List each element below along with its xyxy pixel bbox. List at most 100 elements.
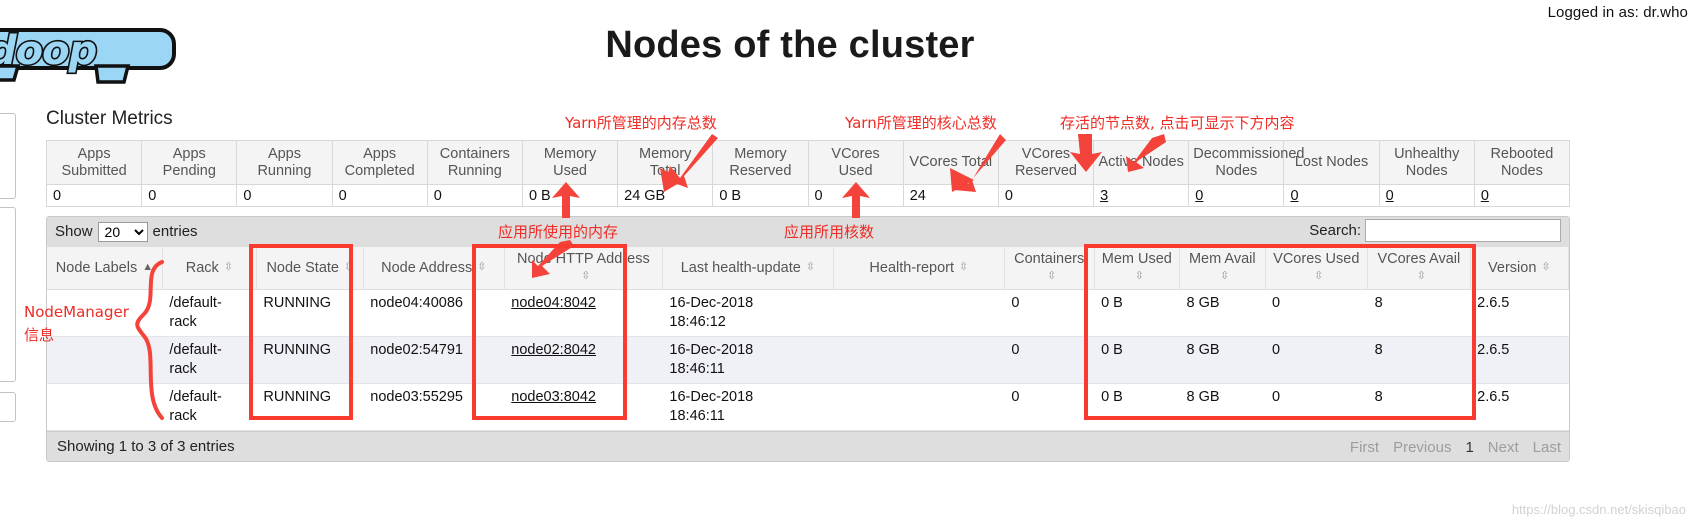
cell-rack: /default- rack [162, 336, 257, 384]
cell-mem-avail: 8 GB [1179, 383, 1265, 431]
paging-next[interactable]: Next [1488, 439, 1519, 456]
cluster-metrics-col-14: Unhealthy Nodes [1378, 140, 1475, 185]
cell-health-report [833, 383, 1005, 431]
cell-rack: /default- rack [162, 383, 257, 431]
nodes-col-label-5: Last health-update [680, 259, 801, 276]
nodes-col-label-2: Node State [266, 259, 339, 276]
node-http-address-link[interactable]: node02:8042 [511, 342, 596, 358]
cluster-metrics-col-7: Memory Reserved [712, 140, 809, 185]
page-length-select[interactable]: 20406080100 [97, 221, 148, 242]
annotation-app-vcores-used: 应用所用核数 [784, 223, 875, 241]
cluster-metrics-title: Cluster Metrics [46, 108, 173, 129]
cell-mem-used: 0 B [1094, 336, 1180, 384]
cluster-metrics-col-15: Rebooted Nodes [1473, 140, 1571, 185]
nodes-table-body: /default- rack RUNNING node04:40086 node04:… [47, 289, 1569, 431]
cell-node-address: node02:54791 [363, 336, 505, 384]
node-http-address-link[interactable]: node03:8042 [511, 389, 596, 405]
search-input[interactable] [1365, 219, 1561, 242]
cluster-metrics-col-6: Memory Total [617, 140, 714, 185]
cell-rack: /default- rack [162, 289, 257, 337]
cell-mem-avail: 8 GB [1179, 336, 1265, 384]
cell-containers: 0 [1004, 289, 1095, 337]
cell-mem-avail: 8 GB [1179, 289, 1265, 337]
annotation-active-nodes: 存活的节点数, 点击可显示下方内容 [1060, 114, 1295, 132]
sort-both-icon: ⇳ [1541, 261, 1551, 274]
cell-node-state: RUNNING [256, 289, 364, 337]
nodes-col-label-12: Version [1488, 259, 1537, 276]
cell-node-http-address[interactable]: node03:8042 [504, 383, 663, 431]
nodes-col-header-11[interactable]: VCores Avail ⇳ [1367, 246, 1471, 290]
nodes-col-header-4[interactable]: Node HTTP Address ⇳ [504, 246, 663, 290]
cluster-metrics-col-4: Containers Running [426, 140, 523, 185]
cluster-metrics-value-11[interactable]: 3 [1093, 184, 1190, 207]
cluster-metrics-value-15[interactable]: 0 [1473, 184, 1571, 207]
cluster-metrics-value-14[interactable]: 0 [1378, 184, 1475, 207]
nodes-col-header-3[interactable]: Node Address ⇳ [363, 246, 505, 290]
nodes-col-header-12[interactable]: Version ⇳ [1470, 246, 1570, 290]
nodes-col-header-7[interactable]: Containers ⇳ [1004, 246, 1095, 290]
cell-version: 2.6.5 [1470, 336, 1569, 384]
nodes-col-header-9[interactable]: Mem Avail ⇳ [1179, 246, 1266, 290]
cell-vcores-used: 0 [1265, 289, 1368, 337]
cluster-metrics-link-13[interactable]: 0 [1290, 188, 1298, 204]
datatable-footer: Showing 1 to 3 of 3 entries First Previo… [47, 431, 1569, 461]
nodes-col-label-1: Rack [185, 259, 219, 276]
cell-vcores-used: 0 [1265, 383, 1368, 431]
cell-node-address: node03:55295 [363, 383, 505, 431]
cluster-metrics-link-14[interactable]: 0 [1386, 188, 1394, 204]
nodes-col-label-0: Node Labels [55, 259, 138, 276]
nodes-table: Node Labels ▲ Rack ⇳ Node State ⇳ Node Address… [47, 246, 1570, 431]
paging-page-1[interactable]: 1 [1465, 439, 1473, 456]
paging-previous[interactable]: Previous [1393, 439, 1451, 456]
cluster-metrics-link-11[interactable]: 3 [1100, 188, 1108, 204]
cluster-metrics-col-2: Apps Running [236, 140, 333, 185]
cluster-metrics-value-10: 0 [997, 184, 1095, 207]
annotation-nodemanager-info-line1: NodeManager [24, 303, 129, 321]
cell-last-health-update: 16-Dec-2018 18:46:11 [662, 336, 834, 384]
node-http-address-link[interactable]: node04:8042 [511, 295, 596, 311]
annotation-memory-total: Yarn所管理的内存总数 [565, 114, 717, 132]
cluster-metrics-value-2: 0 [236, 184, 333, 207]
cluster-metrics-col-11: Active Nodes [1093, 140, 1190, 185]
sort-both-icon: ⇳ [1416, 269, 1426, 282]
cell-node-http-address[interactable]: node02:8042 [504, 336, 663, 384]
nodes-col-header-8[interactable]: Mem Used ⇳ [1094, 246, 1181, 290]
cluster-metrics-link-12[interactable]: 0 [1195, 188, 1203, 204]
nodes-col-header-10[interactable]: VCores Used ⇳ [1265, 246, 1369, 290]
pagination: First Previous 1 Next Last [1350, 432, 1561, 462]
cluster-metrics-link-15[interactable]: 0 [1481, 188, 1489, 204]
cluster-metrics-col-12: Decommissioned Nodes [1188, 140, 1304, 185]
paging-last[interactable]: Last [1533, 439, 1561, 456]
nodes-col-header-1[interactable]: Rack ⇳ [162, 246, 257, 290]
cluster-metrics-value-13[interactable]: 0 [1283, 184, 1380, 207]
nodes-col-header-5[interactable]: Last health-update ⇳ [662, 246, 834, 290]
sort-both-icon: ⇳ [1314, 269, 1324, 282]
cell-node-state: RUNNING [256, 383, 364, 431]
annotation-vcores-total: Yarn所管理的核心总数 [845, 114, 997, 132]
nodes-header-row: Node Labels ▲ Rack ⇳ Node State ⇳ Node Address… [47, 246, 1570, 290]
nodes-col-header-6[interactable]: Health-report ⇳ [833, 246, 1005, 290]
nodes-col-header-2[interactable]: Node State ⇳ [256, 246, 364, 290]
sort-both-icon: ⇳ [1047, 269, 1057, 282]
nodes-col-header-0[interactable]: Node Labels ▲ [47, 246, 163, 290]
table-row: /default- rack RUNNING node02:54791 node02:… [47, 336, 1569, 384]
page-title: Nodes of the cluster [605, 24, 975, 66]
cluster-metrics-value-6: 24 GB [617, 184, 714, 207]
sort-asc-icon: ▲ [142, 261, 154, 274]
cluster-metrics-header-row: Apps Submitted Apps Pending Apps Running Ap… [45, 140, 1571, 185]
nodes-col-label-10: VCores Used [1273, 251, 1360, 267]
cell-node-http-address[interactable]: node04:8042 [504, 289, 663, 337]
annotation-app-memory-used: 应用所使用的内存 [498, 223, 619, 241]
cell-version: 2.6.5 [1470, 383, 1569, 431]
nodes-col-label-11: VCores Avail [1377, 251, 1461, 267]
nodes-col-label-8: Mem Used [1101, 251, 1172, 267]
cluster-metrics-col-10: VCores Reserved [997, 140, 1095, 185]
sort-both-icon: ⇳ [1220, 269, 1230, 282]
cluster-metrics-col-0: Apps Submitted [45, 140, 143, 185]
cell-vcores-avail: 8 [1367, 336, 1471, 384]
paging-first[interactable]: First [1350, 439, 1379, 456]
cluster-metrics-value-12[interactable]: 0 [1188, 184, 1285, 207]
cluster-metrics-col-8: VCores Used [807, 140, 904, 185]
nodes-col-label-9: Mem Avail [1188, 251, 1256, 267]
cell-containers: 0 [1004, 336, 1095, 384]
